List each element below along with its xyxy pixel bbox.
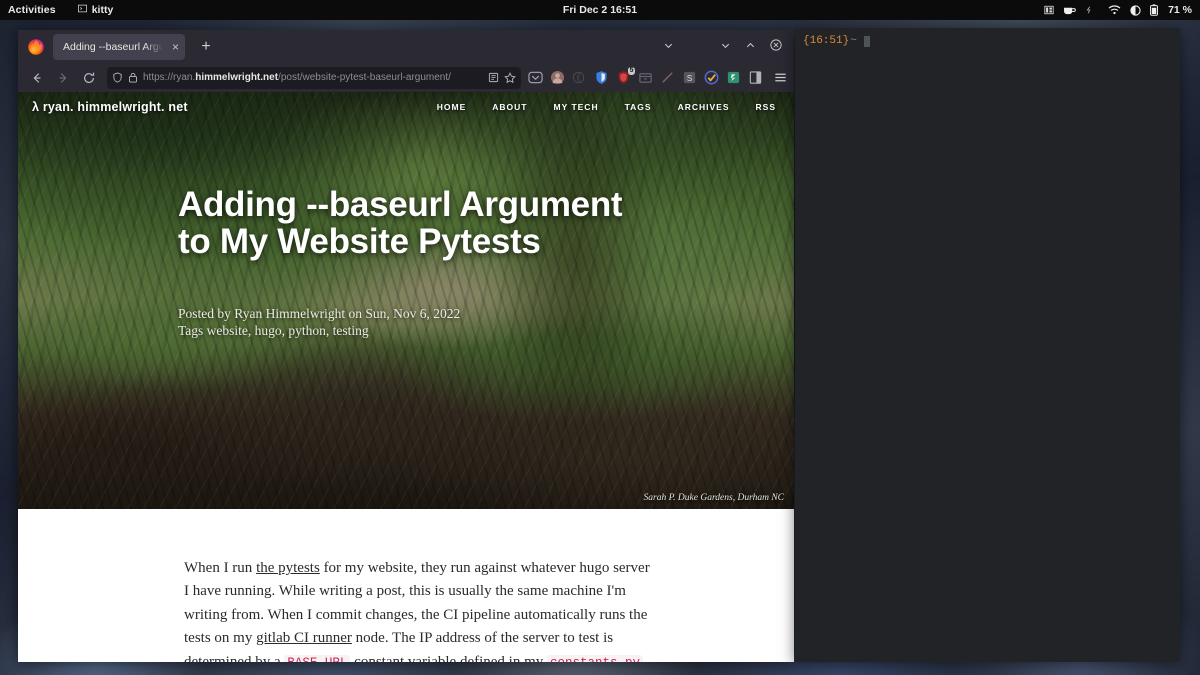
- article-section: When I run the pytests for my website, t…: [18, 509, 794, 662]
- url-protocol: https://ryan.: [143, 72, 196, 83]
- tab-close-icon[interactable]: ×: [172, 41, 179, 53]
- terminal-prompt-line: {16:51} ~: [803, 34, 1172, 48]
- shield-icon[interactable]: [112, 72, 123, 83]
- url-path: /post/website-pytest-baseurl-argument/: [278, 72, 451, 83]
- nav-item-rss[interactable]: RSS: [756, 102, 776, 112]
- archive-box-icon[interactable]: [638, 70, 653, 85]
- url-bar[interactable]: https://ryan.himmelwright.net/post/websi…: [107, 66, 521, 89]
- site-navigation: λ ryan. himmelwright. net HOME ABOUT MY …: [18, 92, 794, 122]
- tab-list-chevron-down-icon[interactable]: [663, 38, 674, 56]
- ublock-origin-icon[interactable]: 5: [616, 67, 635, 85]
- post-tags: Tags website, hugo, python, testing: [178, 323, 369, 339]
- activities-button[interactable]: Activities: [0, 4, 66, 16]
- back-arrow-icon[interactable]: [24, 66, 50, 90]
- reload-icon[interactable]: [76, 66, 102, 90]
- prompt-path: ~: [850, 35, 857, 47]
- nav-links: HOME ABOUT MY TECH TAGS ARCHIVES RSS: [437, 102, 784, 112]
- browser-tab[interactable]: Adding --baseurl Argument to ×: [53, 33, 185, 60]
- paragraph-text-1: When I run: [184, 560, 257, 576]
- nav-item-tags[interactable]: TAGS: [625, 102, 652, 112]
- hero-text-block: Adding --baseurl Argument to My Website …: [18, 122, 794, 339]
- url-text[interactable]: https://ryan.himmelwright.net/post/websi…: [143, 72, 483, 83]
- coffee-cup-icon[interactable]: [1063, 5, 1076, 15]
- minimize-icon[interactable]: [720, 38, 731, 56]
- small-indicator-icon[interactable]: [1085, 6, 1093, 14]
- ublock-badge-count: 5: [628, 67, 635, 75]
- battery-percent-label: 71 %: [1168, 4, 1192, 16]
- pytests-link[interactable]: the pytests: [256, 560, 320, 576]
- maximize-icon[interactable]: [745, 38, 756, 56]
- padlock-icon[interactable]: [128, 72, 138, 83]
- terminal-icon: [77, 4, 87, 16]
- post-meta: Posted by Ryan Himmelwright on Sun, Nov …: [178, 305, 794, 340]
- paragraph-text-4: constant variable defined in my: [350, 653, 548, 662]
- prompt-close-brace: }: [842, 35, 850, 47]
- firefox-logo-icon: [27, 38, 45, 56]
- gitlab-ci-runner-link[interactable]: gitlab CI runner: [256, 630, 352, 646]
- slash-icon[interactable]: [660, 70, 675, 85]
- wifi-icon[interactable]: [1108, 5, 1121, 15]
- active-app-indicator[interactable]: kitty: [77, 4, 114, 16]
- window-controls: [663, 38, 790, 56]
- nav-item-my-tech[interactable]: MY TECH: [553, 102, 598, 112]
- photo-credit: Sarah P. Duke Gardens, Durham NC: [643, 493, 784, 503]
- nav-item-archives[interactable]: ARCHIVES: [678, 102, 730, 112]
- new-tab-button[interactable]: +: [197, 38, 215, 55]
- svg-text:S: S: [687, 73, 693, 83]
- active-app-label: kitty: [91, 4, 114, 16]
- prompt-open-brace: {: [803, 35, 810, 47]
- browser-tab-title: Adding --baseurl Argument to: [63, 40, 166, 53]
- dark-reader-icon[interactable]: [572, 70, 587, 85]
- browser-tab-bar: Adding --baseurl Argument to × +: [18, 30, 794, 63]
- clock[interactable]: Fri Dec 2 16:51: [0, 4, 1200, 16]
- url-domain: himmelwright.net: [195, 72, 279, 83]
- pocket-icon[interactable]: [528, 70, 543, 85]
- post-byline: Posted by Ryan Himmelwright on Sun, Nov …: [178, 305, 461, 321]
- battery-icon[interactable]: [1150, 4, 1159, 16]
- nav-item-home[interactable]: HOME: [437, 102, 467, 112]
- browser-toolbar: https://ryan.himmelwright.net/post/websi…: [18, 63, 794, 92]
- prompt-time: 16:51: [809, 35, 843, 47]
- volume-icon[interactable]: [1130, 4, 1141, 16]
- hamburger-menu-icon[interactable]: [773, 70, 788, 85]
- star-icon[interactable]: [504, 71, 516, 84]
- extension-toolbar: 5 S: [528, 67, 765, 85]
- terminal-cursor: [863, 35, 870, 47]
- system-tray[interactable]: 71 %: [1044, 4, 1200, 16]
- bitwarden-icon[interactable]: [594, 70, 609, 85]
- close-icon[interactable]: [770, 38, 782, 56]
- grammar-check-icon[interactable]: [704, 70, 719, 85]
- keyboard-layout-icon[interactable]: [1044, 5, 1054, 15]
- constants-py-code: constants.py: [547, 654, 644, 662]
- article-paragraph: When I run the pytests for my website, t…: [184, 557, 654, 662]
- sponsorblock-icon[interactable]: S: [682, 70, 697, 85]
- profile-avatar-icon[interactable]: [550, 70, 565, 85]
- gnome-top-bar: Activities kitty Fri Dec 2 16:51 71 %: [0, 0, 1200, 20]
- hero-banner: λ ryan. himmelwright. net HOME ABOUT MY …: [18, 92, 794, 509]
- sidebar-toggle-icon[interactable]: [748, 70, 763, 85]
- forward-arrow-icon[interactable]: [50, 66, 76, 90]
- reader-view-icon[interactable]: [488, 72, 499, 83]
- base-url-code: BASE_URL: [284, 654, 351, 662]
- web-page-content: λ ryan. himmelwright. net HOME ABOUT MY …: [18, 92, 794, 662]
- site-logo[interactable]: λ ryan. himmelwright. net: [32, 100, 188, 114]
- green-extension-icon[interactable]: [726, 70, 741, 85]
- nav-item-about[interactable]: ABOUT: [492, 102, 527, 112]
- kitty-terminal-window[interactable]: {16:51} ~: [795, 28, 1180, 662]
- page-title: Adding --baseurl Argument to My Website …: [178, 185, 623, 262]
- firefox-window: Adding --baseurl Argument to × +: [18, 30, 794, 662]
